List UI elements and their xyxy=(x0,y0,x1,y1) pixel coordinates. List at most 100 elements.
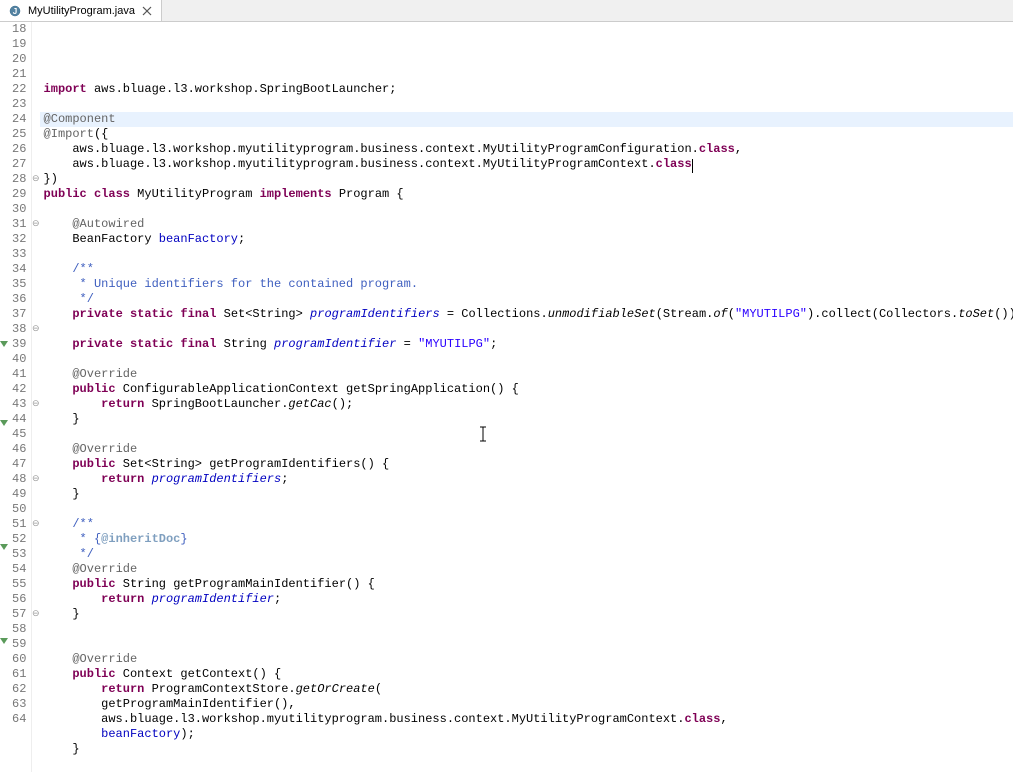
fold-toggle[interactable] xyxy=(32,202,40,217)
code-line[interactable]: @Import({ xyxy=(44,127,1013,142)
fold-toggle[interactable] xyxy=(32,82,40,97)
fold-toggle[interactable] xyxy=(32,442,40,457)
code-line[interactable] xyxy=(44,202,1013,217)
fold-gutter[interactable]: ⊖ ⊖ ⊖ ⊖ ⊖ ⊖ ⊖ xyxy=(32,22,40,772)
code-line[interactable]: public String getProgramMainIdentifier()… xyxy=(44,577,1013,592)
code-line[interactable] xyxy=(44,67,1013,82)
code-line[interactable] xyxy=(44,622,1013,637)
code-line[interactable] xyxy=(44,352,1013,367)
fold-toggle[interactable] xyxy=(32,277,40,292)
fold-toggle[interactable] xyxy=(32,592,40,607)
close-icon[interactable] xyxy=(141,5,153,17)
fold-toggle[interactable]: ⊖ xyxy=(32,172,40,187)
code-line[interactable]: /** xyxy=(44,517,1013,532)
code-area[interactable]: import aws.bluage.l3.workshop.SpringBoot… xyxy=(40,22,1013,772)
code-line[interactable] xyxy=(44,427,1013,442)
fold-toggle[interactable] xyxy=(32,142,40,157)
code-line[interactable]: /** xyxy=(44,262,1013,277)
code-line[interactable] xyxy=(44,97,1013,112)
fold-toggle[interactable] xyxy=(32,457,40,472)
code-line[interactable] xyxy=(44,637,1013,652)
code-line[interactable]: @Override xyxy=(44,652,1013,667)
code-line[interactable]: return ProgramContextStore.getOrCreate( xyxy=(44,682,1013,697)
line-number: 42 xyxy=(12,382,23,397)
fold-toggle[interactable] xyxy=(32,712,40,727)
fold-toggle[interactable] xyxy=(32,487,40,502)
fold-toggle[interactable] xyxy=(32,412,40,427)
code-line[interactable]: @Override xyxy=(44,442,1013,457)
code-line[interactable]: return programIdentifier; xyxy=(44,592,1013,607)
fold-toggle[interactable] xyxy=(32,292,40,307)
code-line[interactable]: beanFactory); xyxy=(44,727,1013,742)
fold-toggle[interactable] xyxy=(32,307,40,322)
fold-toggle[interactable] xyxy=(32,22,40,37)
fold-toggle[interactable] xyxy=(32,637,40,652)
code-line[interactable]: @Override xyxy=(44,562,1013,577)
code-line[interactable]: private static final String programIdent… xyxy=(44,337,1013,352)
fold-toggle[interactable] xyxy=(32,262,40,277)
code-line[interactable]: getProgramMainIdentifier(), xyxy=(44,697,1013,712)
fold-toggle[interactable]: ⊖ xyxy=(32,322,40,337)
fold-toggle[interactable]: ⊖ xyxy=(32,397,40,412)
code-line[interactable]: aws.bluage.l3.workshop.myutilityprogram.… xyxy=(44,142,1013,157)
code-line[interactable]: @Autowired xyxy=(44,217,1013,232)
code-editor[interactable]: 1819202122232425262728293031323334353637… xyxy=(0,22,1013,772)
code-line[interactable]: @Component xyxy=(44,112,1013,127)
fold-toggle[interactable] xyxy=(32,382,40,397)
code-line[interactable] xyxy=(44,757,1013,772)
fold-toggle[interactable] xyxy=(32,697,40,712)
code-line[interactable]: aws.bluage.l3.workshop.myutilityprogram.… xyxy=(44,157,1013,172)
code-line[interactable]: import aws.bluage.l3.workshop.SpringBoot… xyxy=(44,82,1013,97)
code-line[interactable] xyxy=(44,502,1013,517)
fold-toggle[interactable] xyxy=(32,97,40,112)
fold-toggle[interactable]: ⊖ xyxy=(32,472,40,487)
fold-toggle[interactable] xyxy=(32,532,40,547)
code-line[interactable]: private static final Set<String> program… xyxy=(44,307,1013,322)
fold-toggle[interactable] xyxy=(32,682,40,697)
fold-toggle[interactable] xyxy=(32,247,40,262)
code-line[interactable]: */ xyxy=(44,292,1013,307)
fold-toggle[interactable] xyxy=(32,652,40,667)
fold-toggle[interactable] xyxy=(32,37,40,52)
fold-toggle[interactable] xyxy=(32,502,40,517)
fold-toggle[interactable] xyxy=(32,112,40,127)
fold-toggle[interactable] xyxy=(32,427,40,442)
fold-toggle[interactable] xyxy=(32,157,40,172)
editor-tab-active[interactable]: J MyUtilityProgram.java xyxy=(0,0,162,21)
code-line[interactable]: public class MyUtilityProgram implements… xyxy=(44,187,1013,202)
code-line[interactable]: @Override xyxy=(44,367,1013,382)
code-line[interactable]: * {@inheritDoc} xyxy=(44,532,1013,547)
code-line[interactable]: aws.bluage.l3.workshop.myutilityprogram.… xyxy=(44,712,1013,727)
code-line[interactable] xyxy=(44,322,1013,337)
code-line[interactable]: public ConfigurableApplicationContext ge… xyxy=(44,382,1013,397)
fold-toggle[interactable] xyxy=(32,352,40,367)
fold-toggle[interactable] xyxy=(32,127,40,142)
code-line[interactable]: public Set<String> getProgramIdentifiers… xyxy=(44,457,1013,472)
fold-toggle[interactable] xyxy=(32,232,40,247)
fold-toggle[interactable] xyxy=(32,367,40,382)
code-line[interactable]: }) xyxy=(44,172,1013,187)
fold-toggle[interactable] xyxy=(32,577,40,592)
code-line[interactable]: return programIdentifiers; xyxy=(44,472,1013,487)
fold-toggle[interactable]: ⊖ xyxy=(32,217,40,232)
fold-toggle[interactable] xyxy=(32,52,40,67)
code-line[interactable]: } xyxy=(44,412,1013,427)
fold-toggle[interactable]: ⊖ xyxy=(32,607,40,622)
fold-toggle[interactable] xyxy=(32,67,40,82)
code-line[interactable]: } xyxy=(44,487,1013,502)
code-line[interactable]: * Unique identifiers for the contained p… xyxy=(44,277,1013,292)
fold-toggle[interactable] xyxy=(32,622,40,637)
fold-toggle[interactable] xyxy=(32,337,40,352)
code-line[interactable]: } xyxy=(44,607,1013,622)
code-line[interactable]: } xyxy=(44,742,1013,757)
code-line[interactable]: */ xyxy=(44,547,1013,562)
fold-toggle[interactable] xyxy=(32,547,40,562)
code-line[interactable]: public Context getContext() { xyxy=(44,667,1013,682)
code-line[interactable] xyxy=(44,247,1013,262)
fold-toggle[interactable] xyxy=(32,667,40,682)
code-line[interactable]: return SpringBootLauncher.getCac(); xyxy=(44,397,1013,412)
fold-toggle[interactable] xyxy=(32,562,40,577)
code-line[interactable]: BeanFactory beanFactory; xyxy=(44,232,1013,247)
fold-toggle[interactable]: ⊖ xyxy=(32,517,40,532)
fold-toggle[interactable] xyxy=(32,187,40,202)
